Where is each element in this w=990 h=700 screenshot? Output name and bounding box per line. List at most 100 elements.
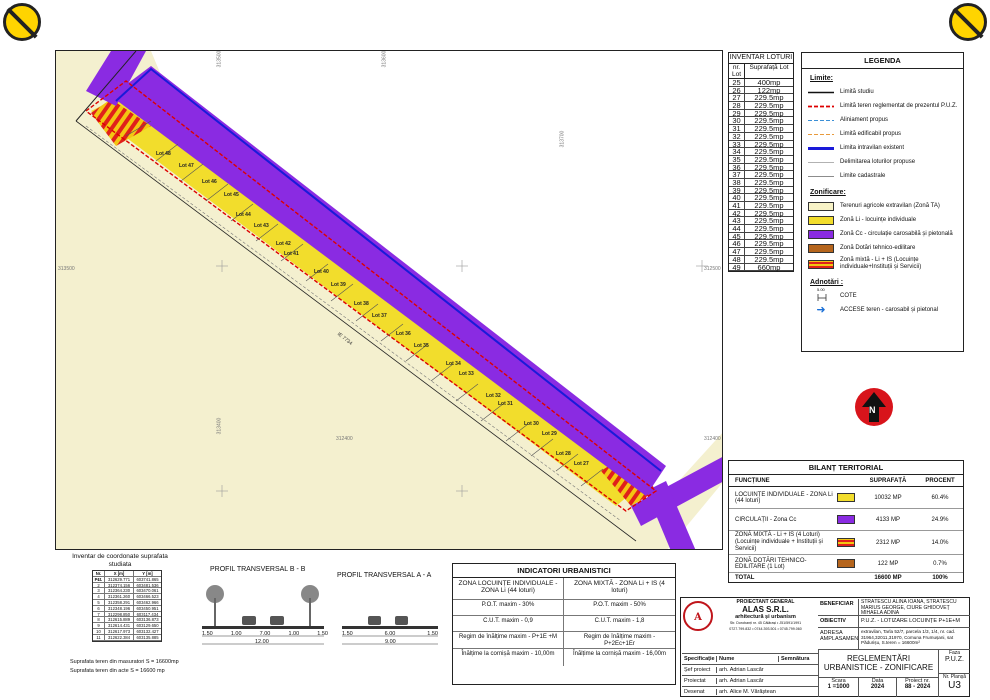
- balance-swatch: [837, 559, 855, 568]
- lot-label: Lot 31: [498, 401, 513, 407]
- balance-row: CIRCULAȚII - Zona Cc 4133 MP 24.9%: [729, 509, 963, 531]
- territorial-balance-table: BILANȚ TERITORIAL FUNCȚIUNE SUPRAFAȚĂ PR…: [728, 460, 964, 583]
- spec-row: Proiectat arh. Adrian Lascăr: [682, 676, 818, 687]
- indicators-title: INDICATORI URBANISTICI: [453, 564, 675, 578]
- balance-header: FUNCȚIUNE SUPRAFAȚĂ PROCENT: [729, 475, 963, 487]
- balance-total-row: TOTAL 16600 MP 100%: [735, 575, 948, 581]
- site-map-svg: [56, 51, 722, 549]
- profile-aa-dims: 1.50 6.00 1.50: [342, 631, 438, 637]
- legend-panel: LEGENDA Limite: Limită studiu Limită ter…: [801, 52, 964, 352]
- legend-item: 5.00 COTE: [817, 286, 857, 301]
- profile-bb-title: PROFIL TRANSVERSAL B - B: [210, 566, 306, 573]
- lot-label: Lot 43: [254, 223, 269, 229]
- legend-item: Limită teren reglementat de prezentul P.…: [808, 102, 958, 109]
- sheet-number-box: Nr. Planșă U3: [938, 673, 970, 697]
- lot-label: Lot 28: [556, 451, 571, 457]
- coord-label: 313400: [216, 417, 223, 435]
- legend-section-title: Limite:: [810, 75, 833, 82]
- lot-label: Lot 41: [284, 251, 299, 257]
- surface-deeds: Suprafata teren din acte S = 16600 mp: [70, 668, 165, 674]
- coord-label: 312400: [704, 436, 721, 442]
- lot-label: Lot 29: [542, 431, 557, 437]
- legend-item: Zonă Li - locuințe individuale: [802, 213, 963, 227]
- lot-label: Lot 45: [224, 192, 239, 198]
- svg-text:A: A: [693, 612, 702, 623]
- legend-item: Limită studiu: [808, 88, 874, 95]
- legend-title: LEGENDA: [802, 53, 963, 69]
- spec-row: Șef proiect arh. Adrian Lascăr: [682, 665, 818, 676]
- company-info: PROIECTANT GENERAL ALAS S.R.L. arhitectu…: [729, 599, 802, 631]
- legend-item: Limite cadastrale: [808, 172, 886, 179]
- legend-item: ➜ ACCESE teren - carosabil și pietonal: [802, 303, 963, 317]
- legend-item: Limită edificabil propus: [808, 130, 902, 137]
- legend-item: Zonă Dotări tehnico-edilitare: [802, 241, 963, 255]
- profile-aa-total: 9.00: [385, 639, 396, 645]
- lot-label: Lot 33: [459, 371, 474, 377]
- lot-inventory-header: nr. Lot Suprafață Lot: [729, 64, 793, 79]
- lot-inventory-title: INVENTAR LOTURI: [729, 53, 793, 64]
- date-box: Data 2024: [858, 677, 896, 697]
- site-map[interactable]: Lot 48 Lot 47 Lot 46 Lot 45 Lot 44 Lot 4…: [55, 50, 723, 550]
- lot-label: Lot 35: [414, 343, 429, 349]
- coord-label: 313500: [216, 50, 223, 68]
- prohibition-sign-icon: [949, 3, 987, 41]
- lot-label: Lot 47: [179, 163, 194, 169]
- prohibition-sign-icon: [3, 3, 41, 41]
- spec-row: Desenat arh. Alice M. Vărăștean: [682, 687, 818, 697]
- lot-inventory-row: 49 660mp: [729, 263, 793, 272]
- coord-label: 312500: [704, 266, 721, 272]
- legend-item: Zonă mixtă - Li + IS (Locuințe individua…: [802, 255, 963, 273]
- phase-box: Faza P.U.Z.: [938, 649, 970, 673]
- surface-measured: Suprafata teren din masuratori S = 16600…: [70, 659, 179, 665]
- legend-item: Aliniament propus: [808, 116, 889, 123]
- lot-label: Lot 36: [396, 331, 411, 337]
- lot-label: Lot 46: [202, 179, 217, 185]
- spec-table: Specificație Nume Semnătura Șef proiect …: [682, 653, 818, 697]
- lot-label: Lot 32: [486, 393, 501, 399]
- profile-bb-total: 12.00: [255, 639, 269, 645]
- company-logo-icon: A: [682, 599, 714, 633]
- cote-value: 5.00: [817, 286, 825, 292]
- coord-label: 313700: [559, 130, 566, 148]
- balance-row: LOCUINȚE INDIVIDUALE - ZONA Li (44 lotur…: [729, 487, 963, 509]
- access-arrow-icon: ➜: [816, 303, 826, 316]
- profile-bb-dims: 1.50 1.00 7.00 1.00 1.50: [202, 631, 328, 637]
- balance-row: ZONĂ DOTĂRI TEHNICO-EDILITARE (1 Lot) 12…: [729, 555, 963, 573]
- legend-item: Terenuri agricole extravilan (Zonă TA): [802, 199, 963, 213]
- legend-item: Limita intravilan existent: [808, 144, 905, 151]
- north-arrow-icon: N: [855, 388, 893, 426]
- balance-row: ZONĂ MIXTĂ - Li + IS (4 Loturi) (Locuinț…: [729, 531, 963, 555]
- balance-title: BILANȚ TERITORIAL: [729, 461, 963, 475]
- project-number-box: Proiect nr. 88 - 2024: [896, 677, 938, 697]
- coordinates-title: Inventar de coordonate suprafata studiat…: [72, 553, 168, 568]
- lot-label: Lot 44: [236, 212, 251, 218]
- title-block: A PROIECTANT GENERAL ALAS S.R.L. arhitec…: [680, 597, 970, 697]
- drawing-title: REGLEMENTĂRI URBANISTICE - ZONIFICARE: [818, 649, 938, 677]
- lot-label: Lot 40: [314, 269, 329, 275]
- lot-inventory-table: INVENTAR LOTURI nr. Lot Suprafață Lot 25…: [728, 52, 794, 273]
- coord-label: 313500: [58, 266, 75, 272]
- coordinates-row: 11 312622.384 603135.885: [93, 634, 161, 641]
- coord-label: 312400: [336, 436, 353, 442]
- balance-swatch: [837, 538, 855, 547]
- lot-label: Lot 37: [372, 313, 387, 319]
- legend-section-title: Zonificare:: [810, 189, 846, 196]
- drawing-sheet: Lot 48 Lot 47 Lot 46 Lot 45 Lot 44 Lot 4…: [0, 0, 990, 700]
- lot-label: Lot 30: [524, 421, 539, 427]
- profile-aa-title: PROFIL TRANSVERSAL A - A: [337, 572, 432, 579]
- balance-swatch: [837, 515, 855, 524]
- lot-label: Lot 48: [156, 151, 171, 157]
- legend-section-title: Adnotări :: [810, 279, 844, 286]
- lot-label: Lot 39: [331, 282, 346, 288]
- balance-swatch: [837, 493, 855, 502]
- lot-label: Lot 38: [354, 301, 369, 307]
- legend-item: Zonă Cc - circulație carosabilă și pieto…: [802, 227, 963, 241]
- urban-indicators-table: INDICATORI URBANISTICI ZONA LOCUINȚE IND…: [452, 563, 676, 685]
- coordinates-table: Nr. Pct. X [m] Y [m] 1 312629.771 603741.8…: [92, 570, 162, 642]
- legend-item: Delimitarea loturilor propuse: [808, 158, 916, 165]
- lot-label: Lot 42: [276, 241, 291, 247]
- coord-label: 313600: [381, 50, 388, 68]
- lot-label: Lot 34: [446, 361, 461, 367]
- lot-label: Lot 27: [574, 461, 589, 467]
- north-label: N: [869, 405, 876, 415]
